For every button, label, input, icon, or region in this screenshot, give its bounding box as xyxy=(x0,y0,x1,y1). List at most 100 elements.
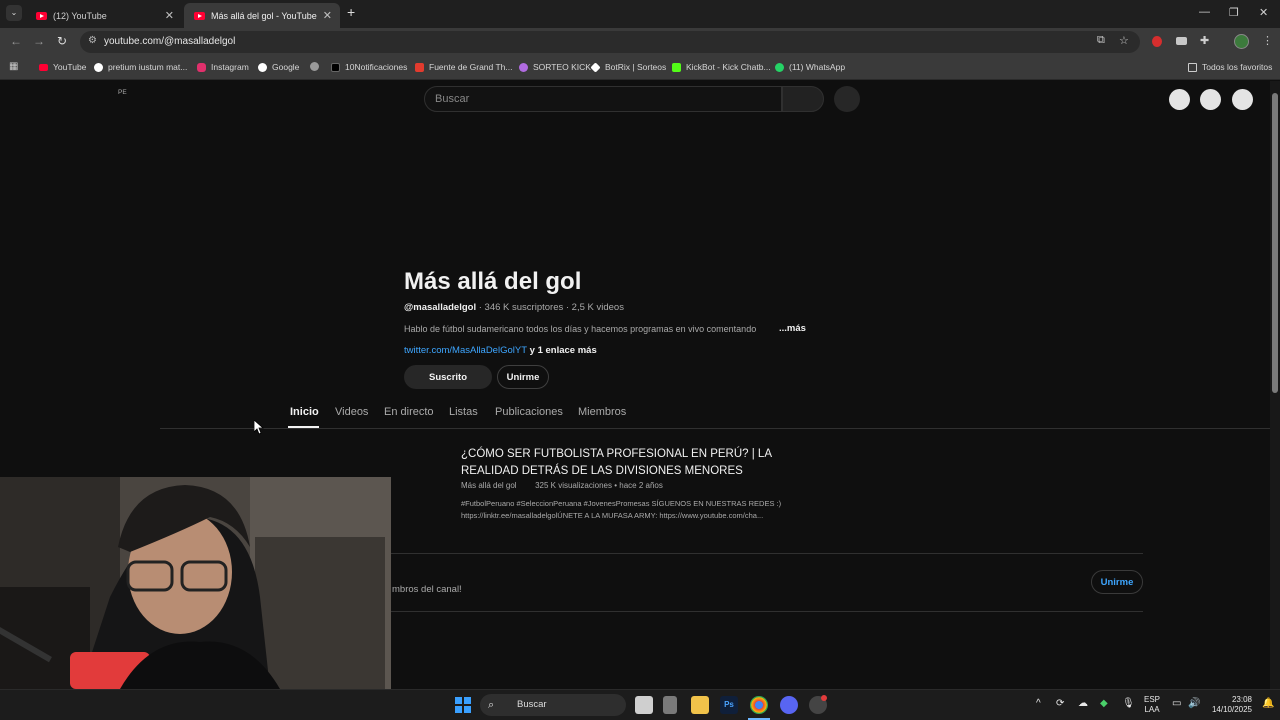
task-view-icon[interactable] xyxy=(635,696,653,714)
notifications-bell-icon[interactable]: 🔔 xyxy=(1262,698,1274,709)
discord-icon[interactable] xyxy=(780,696,798,714)
search-input[interactable]: Buscar xyxy=(424,86,782,112)
bookmark-star-icon[interactable]: ☆ xyxy=(1119,34,1129,47)
globe-icon xyxy=(310,62,319,71)
fandom-icon xyxy=(415,62,424,72)
search-button[interactable] xyxy=(782,86,824,112)
minimize-button[interactable]: — xyxy=(1199,6,1210,18)
channel-more-link[interactable]: ...más xyxy=(779,323,806,334)
close-window-button[interactable]: ✕ xyxy=(1259,6,1268,19)
channel-link[interactable]: twitter.com/MasAllaDelGolYT xyxy=(404,345,527,356)
country-code: PE xyxy=(118,89,127,96)
address-bar[interactable]: ⚙ youtube.com/@masalladelgol xyxy=(80,31,1140,53)
app-icon[interactable] xyxy=(663,696,677,714)
bookmark-kickbot[interactable]: KickBot - Kick Chatb... xyxy=(672,62,771,72)
channel-handle: @masalladelgol xyxy=(404,302,477,313)
language-indicator[interactable]: ESP LAA xyxy=(1144,695,1160,715)
members-join-button[interactable]: Unirme xyxy=(1091,570,1143,594)
video-views: 325 K visualizaciones xyxy=(535,481,612,490)
x-icon xyxy=(331,62,340,72)
notifications-button[interactable] xyxy=(1200,89,1221,110)
chrome-icon[interactable] xyxy=(750,696,768,714)
bookmark-pretium[interactable]: pretium iustum mat... xyxy=(94,62,187,72)
browser-tab-channel[interactable]: Más allá del gol - YouTube ✕ xyxy=(184,3,340,28)
extensions-puzzle-icon[interactable]: ✚ xyxy=(1200,34,1209,47)
bookmark-whatsapp[interactable]: (11) WhatsApp xyxy=(775,62,845,72)
folder-icon xyxy=(1188,62,1197,72)
notification-badge xyxy=(821,695,827,701)
bookmark-fuente-gta[interactable]: Fuente de Grand Th... xyxy=(415,62,512,72)
tab-miembros[interactable]: Miembros xyxy=(578,406,626,418)
channel-links[interactable]: twitter.com/MasAllaDelGolYT y 1 enlace m… xyxy=(404,345,597,356)
scrollbar-thumb[interactable] xyxy=(1272,93,1278,393)
tab-publicaciones[interactable]: Publicaciones xyxy=(495,406,563,418)
video-channel-name[interactable]: Más allá del gol xyxy=(461,481,517,490)
bookmark-google[interactable]: Google xyxy=(258,62,299,72)
tab-listas[interactable]: Listas xyxy=(449,406,478,418)
tab-videos[interactable]: Videos xyxy=(335,406,368,418)
featured-video-meta: Más allá del gol 325 K visualizaciones •… xyxy=(461,481,663,490)
webcam-overlay xyxy=(0,477,391,689)
video-age: hace 2 años xyxy=(619,481,663,490)
clock[interactable]: 23:08 14/10/2025 xyxy=(1208,695,1252,715)
bookmark-sorteo-kick[interactable]: SORTEO KICK xyxy=(519,62,591,72)
google-icon xyxy=(94,62,103,72)
bookmark-10notificaciones[interactable]: 10Notificaciones xyxy=(331,62,407,72)
channel-description[interactable]: Hablo de fútbol sudamericano todos los d… xyxy=(404,324,756,334)
channel-meta: @masalladelgol · 346 K suscriptores · 2,… xyxy=(404,302,624,313)
file-explorer-icon[interactable] xyxy=(691,696,709,714)
close-tab-icon[interactable]: ✕ xyxy=(165,9,174,22)
reload-icon[interactable]: ↻ xyxy=(57,34,67,48)
section-divider xyxy=(391,611,1143,612)
url-text[interactable]: youtube.com/@masalladelgol xyxy=(104,36,235,47)
close-tab-icon[interactable]: ✕ xyxy=(323,9,332,22)
youtube-favicon-icon xyxy=(36,11,47,20)
security-icon[interactable]: ◆ xyxy=(1100,698,1108,709)
account-avatar[interactable] xyxy=(1232,89,1253,110)
members-promo-text: mbros del canal! xyxy=(392,584,462,595)
extension-red-icon[interactable] xyxy=(1152,36,1162,47)
tab-search-button[interactable]: ⌄ xyxy=(6,5,22,21)
bookmark-botrix[interactable]: BotRix | Sorteos xyxy=(590,61,666,73)
channel-link-extra[interactable]: y 1 enlace más xyxy=(527,345,597,356)
page-scrollbar[interactable] xyxy=(1270,81,1280,689)
display-icon[interactable]: ▭ xyxy=(1172,698,1181,709)
apps-grid-icon[interactable]: ▦ xyxy=(9,61,18,72)
tab-en-directo[interactable]: En directo xyxy=(384,406,434,418)
install-app-icon[interactable]: ⧉ xyxy=(1097,34,1105,47)
restore-button[interactable]: ❐ xyxy=(1229,6,1239,19)
featured-video-title[interactable]: ¿CÓMO SER FUTBOLISTA PROFESIONAL EN PERÚ… xyxy=(461,446,831,480)
start-windows-icon[interactable] xyxy=(455,697,471,713)
site-info-icon[interactable]: ⚙ xyxy=(88,35,97,46)
menu-kebab-icon[interactable]: ⋮ xyxy=(1262,34,1273,47)
tray-overflow-chevron-icon[interactable]: ^ xyxy=(1036,698,1041,709)
onedrive-icon[interactable]: ☁ xyxy=(1078,698,1088,709)
webcam-person-image xyxy=(0,477,391,689)
subscribed-button[interactable]: Suscrito xyxy=(404,365,492,389)
volume-icon[interactable]: 🔊 xyxy=(1188,698,1200,709)
taskbar-search[interactable]: ⌕ Buscar xyxy=(480,694,626,716)
join-button[interactable]: Unirme xyxy=(497,365,549,389)
all-bookmarks[interactable]: Todos los favoritos xyxy=(1188,62,1272,72)
section-divider xyxy=(391,553,1143,554)
new-tab-button[interactable]: + xyxy=(347,4,355,20)
create-button[interactable] xyxy=(1169,89,1190,110)
microphone-icon[interactable]: 🎙 xyxy=(1122,698,1135,709)
channel-name: Más allá del gol xyxy=(404,268,582,295)
bookmark-globe[interactable] xyxy=(310,62,324,71)
forward-arrow-icon[interactable]: → xyxy=(33,34,45,48)
browser-tab-youtube-home[interactable]: (12) YouTube ✕ xyxy=(26,3,182,28)
kickbot-icon xyxy=(672,62,681,72)
instagram-icon xyxy=(197,62,206,72)
tab-inicio[interactable]: Inicio xyxy=(290,406,319,418)
extension-icon[interactable] xyxy=(1176,37,1187,45)
back-arrow-icon[interactable]: ← xyxy=(10,34,22,48)
botrix-icon xyxy=(590,61,601,73)
bookmark-youtube[interactable]: YouTube xyxy=(39,62,86,72)
bookmark-instagram[interactable]: Instagram xyxy=(197,62,249,72)
photoshop-icon[interactable]: Ps xyxy=(720,696,738,714)
profile-avatar[interactable] xyxy=(1234,34,1249,49)
voice-search-button[interactable] xyxy=(834,86,860,112)
tab-title: (12) YouTube xyxy=(53,10,107,21)
tray-app-icon[interactable]: ⟳ xyxy=(1056,698,1064,709)
